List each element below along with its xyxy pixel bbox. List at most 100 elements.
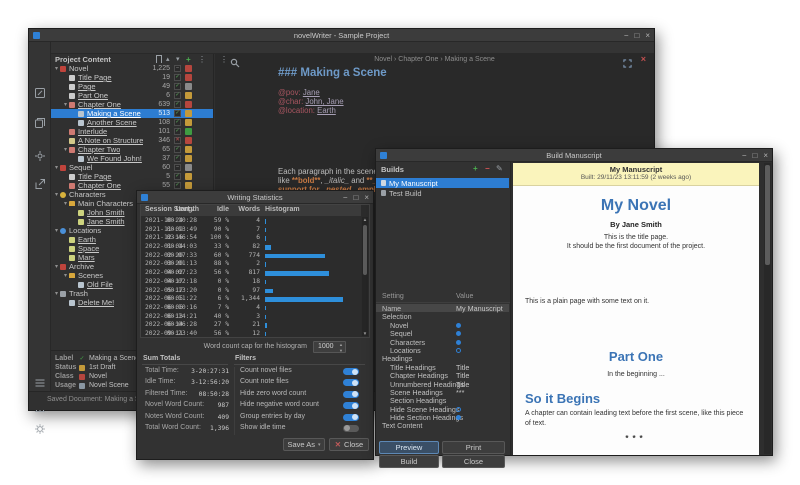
tree-row[interactable]: Chapter One 55 ✓ (51, 181, 213, 190)
session-row[interactable]: 2021-12-15 03:46:54 100 % 6 (141, 234, 361, 243)
tree-row[interactable]: ▾ Chapter Two 65 ✓ (51, 145, 213, 154)
active-checkbox[interactable]: ✓ (174, 173, 181, 180)
active-checkbox[interactable]: ✓ (174, 74, 181, 81)
filter-toggle[interactable] (343, 414, 359, 421)
build-list-item[interactable]: My Manuscript (376, 178, 509, 188)
session-row[interactable]: 2022-06-13 00:14:21 40 % 3 (141, 313, 361, 322)
tree-row[interactable]: ▾ Sequel 60 − (51, 163, 213, 172)
expand-arrow-icon[interactable]: ▾ (62, 272, 69, 279)
build-list-item[interactable]: Test Build (376, 188, 509, 198)
active-checkbox[interactable]: ✓ (174, 83, 181, 90)
tree-row[interactable]: Title Page 19 ✓ (51, 73, 213, 82)
filter-toggle[interactable] (343, 368, 359, 375)
stats-titlebar[interactable]: Writing Statistics − □ × (137, 191, 373, 204)
active-checkbox[interactable]: ✓ (174, 110, 181, 117)
panel-menu-icon[interactable]: ⋮ (198, 55, 206, 64)
export-icon[interactable] (34, 177, 46, 189)
active-checkbox[interactable]: ✓ (174, 155, 181, 162)
session-row[interactable]: 2022-06-05 00:11:22 6 % 1,344 (141, 295, 361, 304)
setting-row[interactable]: Selection (376, 312, 509, 320)
active-checkbox[interactable]: − (174, 164, 181, 171)
add-item-icon[interactable]: + (186, 55, 191, 64)
preview-button[interactable]: Preview (379, 441, 439, 454)
save-as-button[interactable]: Save As ▾ (283, 438, 325, 451)
close-build-button[interactable]: Close (442, 455, 505, 468)
maximize-button[interactable]: □ (353, 191, 358, 204)
build-titlebar[interactable]: Build Manuscript − □ × (376, 149, 772, 162)
tree-row[interactable]: Part One 6 ✓ (51, 91, 213, 100)
col-length[interactable]: Length (159, 206, 199, 213)
setting-row[interactable]: Hide Section Headings (376, 413, 509, 421)
tree-row[interactable]: Title Page 5 ✓ (51, 172, 213, 181)
setting-row[interactable]: Novel (376, 321, 509, 329)
minimize-button[interactable]: − (343, 191, 348, 204)
expand-arrow-icon[interactable]: ▾ (53, 263, 60, 270)
maximize-button[interactable]: □ (634, 29, 639, 42)
scrollbar-thumb[interactable] (363, 225, 367, 275)
session-row[interactable]: 2022-04-02 00:07:23 56 % 817 (141, 269, 361, 278)
tree-row[interactable]: Interlude 101 ✓ (51, 127, 213, 136)
preview-scrollbar[interactable] (764, 163, 771, 454)
session-row[interactable]: 2022-03-20 00:01:13 88 % 2 (141, 260, 361, 269)
move-down-icon[interactable]: ▾ (176, 55, 180, 64)
active-checkbox[interactable]: ✓ (174, 182, 181, 189)
minimize-button[interactable]: − (624, 29, 629, 42)
search-icon[interactable] (230, 55, 240, 73)
col-words[interactable]: Words (229, 206, 260, 213)
setting-row[interactable]: Locations (376, 346, 509, 354)
close-button[interactable]: × (763, 149, 768, 162)
setting-row[interactable]: Headings (376, 354, 509, 362)
active-checkbox[interactable]: − (174, 65, 181, 72)
close-stats-button[interactable]: ✕ Close (329, 438, 369, 451)
setting-row[interactable]: Sequel (376, 329, 509, 337)
setting-row[interactable]: Title Headings Title (376, 363, 509, 371)
expand-arrow-icon[interactable]: ▾ (53, 191, 60, 198)
setting-row[interactable]: Text Content (376, 421, 509, 429)
compose-document-icon[interactable] (34, 86, 46, 98)
session-row[interactable]: 2022-01-04 00:14:03 33 % 82 (141, 243, 361, 252)
session-row[interactable]: 2022-09-11 00:23:40 56 % 12 (141, 330, 361, 339)
session-row[interactable]: 2022-02-20 00:07:33 60 % 774 (141, 252, 361, 261)
filter-toggle[interactable] (343, 402, 359, 409)
session-row[interactable]: 2021-11-09 00:13:49 90 % 7 (141, 226, 361, 235)
expand-arrow-icon[interactable]: ▾ (62, 146, 69, 153)
col-idle[interactable]: Idle (203, 206, 229, 213)
setting-row[interactable]: Unnumbered Headings Title (376, 380, 509, 388)
scroll-up-icon[interactable]: ▲ (362, 217, 368, 222)
tree-row[interactable]: We Found John! 37 ✓ (51, 154, 213, 163)
main-titlebar[interactable]: novelWriter - Sample Project − □ × (29, 29, 654, 42)
spin-down-icon[interactable]: ▼ (339, 348, 343, 353)
setting-row[interactable]: Characters (376, 338, 509, 346)
setting-row[interactable]: Name My Manuscript (376, 304, 509, 312)
filter-toggle[interactable] (343, 391, 359, 398)
expand-arrow-icon[interactable]: ▾ (53, 65, 60, 72)
session-row[interactable]: 2021-10-24 00:10:28 59 % 4 (141, 217, 361, 226)
move-up-icon[interactable]: ▴ (166, 55, 170, 64)
documents-icon[interactable] (34, 116, 46, 128)
scroll-down-icon[interactable]: ▼ (362, 331, 368, 336)
edit-build-icon[interactable]: ✎ (496, 164, 503, 173)
add-build-icon[interactable]: + (473, 164, 478, 173)
build-button[interactable]: Build (379, 455, 439, 468)
filter-toggle[interactable] (343, 379, 359, 386)
cap-value[interactable]: 1000 (318, 343, 334, 350)
settings-gear-icon[interactable] (34, 422, 46, 434)
tree-row[interactable]: A Note on Structure 346 ✕ (51, 136, 213, 145)
spin-up-icon[interactable]: ▲ (339, 342, 343, 347)
print-button[interactable]: Print (442, 441, 505, 454)
tree-row[interactable]: ▾ Novel 1,225 − (51, 64, 213, 73)
maximize-button[interactable]: □ (752, 149, 757, 162)
expand-arrow-icon[interactable]: ▾ (53, 227, 60, 234)
expand-arrow-icon[interactable]: ▾ (53, 164, 60, 171)
active-checkbox[interactable]: ✓ (174, 101, 181, 108)
tree-row[interactable]: ▾ Chapter One 639 ✓ (51, 100, 213, 109)
session-row[interactable]: 2022-06-14 00:06:28 27 % 21 (141, 321, 361, 330)
expand-arrow-icon[interactable]: ▾ (53, 290, 60, 297)
novel-root-icon[interactable] (34, 149, 46, 161)
minimize-button[interactable]: − (742, 149, 747, 162)
close-button[interactable]: × (364, 191, 369, 204)
expand-arrow-icon[interactable]: ▾ (62, 200, 69, 207)
setting-row[interactable]: Scene Headings *** (376, 388, 509, 396)
table-scrollbar[interactable]: ▲ ▼ (362, 217, 368, 336)
expand-arrow-icon[interactable]: ▾ (62, 101, 69, 108)
